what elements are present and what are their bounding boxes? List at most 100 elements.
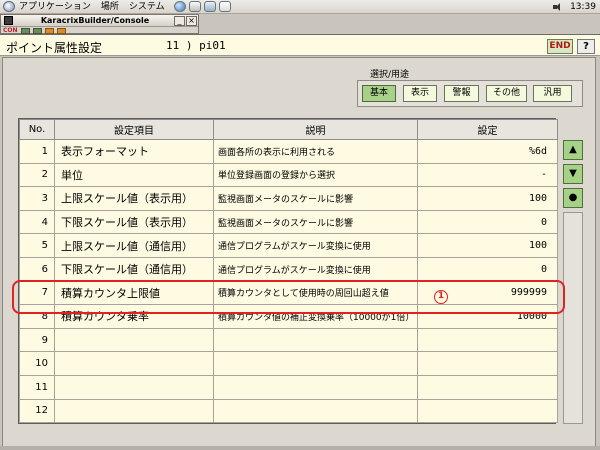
help-button[interactable]: ? — [577, 39, 595, 54]
mail-launcher-icon[interactable] — [188, 1, 201, 12]
row-number: 2 — [19, 162, 55, 188]
table-row[interactable]: 12 — [19, 398, 558, 424]
row-item-name: 単位 — [54, 162, 214, 188]
category-general-button[interactable]: 汎用 — [533, 85, 572, 102]
help-launcher-icon[interactable] — [203, 1, 216, 12]
table-row[interactable]: 7 積算カウンタ上限値 積算カウンタとして使用時の周回山超え値 999999 — [19, 280, 558, 306]
table-header-row: No. 設定項目 説明 設定 — [19, 119, 558, 140]
row-description: 通信プログラムがスケール変換に使用 — [213, 233, 418, 258]
volume-icon[interactable] — [552, 2, 564, 12]
row-number: 4 — [19, 209, 55, 235]
browser-launcher-icon[interactable] — [173, 1, 186, 12]
row-description: 監視画面メータのスケールに影響 — [213, 186, 418, 211]
bottom-edge — [0, 446, 600, 450]
row-value[interactable] — [417, 327, 558, 353]
header-value: 設定 — [417, 119, 558, 140]
row-item-name: 上限スケール値（通信用） — [54, 233, 214, 258]
row-description — [213, 327, 418, 353]
toolbar-tool-icon[interactable] — [32, 27, 42, 34]
app-icon — [4, 16, 13, 25]
row-value[interactable]: 100 — [417, 186, 558, 211]
gnome-foot-icon[interactable] — [3, 1, 15, 12]
row-value[interactable] — [417, 398, 558, 424]
table-row[interactable]: 3 上限スケール値（表示用） 監視画面メータのスケールに影響 100 — [19, 186, 558, 211]
row-item-name: 上限スケール値（表示用） — [54, 186, 214, 211]
annotation-marker: 1 — [434, 290, 448, 304]
row-description — [213, 398, 418, 424]
category-other-button[interactable]: その他 — [486, 85, 527, 102]
menu-system[interactable]: システム — [125, 0, 171, 14]
scroll-track[interactable] — [563, 212, 583, 424]
row-value[interactable]: 0 — [417, 256, 558, 282]
category-alarm-button[interactable]: 警報 — [444, 85, 479, 102]
row-number: 8 — [19, 304, 55, 329]
panel-tray: 13:39 — [552, 2, 600, 12]
row-description — [213, 374, 418, 400]
row-number: 9 — [19, 327, 55, 353]
row-item-name — [54, 374, 214, 400]
row-value[interactable]: - — [417, 162, 558, 188]
toolbar-tool-icon[interactable] — [20, 27, 30, 34]
row-number: 11 — [19, 374, 55, 400]
row-number: 12 — [19, 398, 55, 424]
row-value[interactable] — [417, 374, 558, 400]
settings-table: No. 設定項目 説明 設定 1 表示フォーマット 画面各所の表示に利用される %6d… — [19, 119, 558, 424]
scroll-position-button[interactable]: ● — [563, 188, 583, 208]
header-desc: 説明 — [213, 119, 418, 140]
table-row[interactable]: 4 下限スケール値（表示用） 監視画面メータのスケールに影響 0 — [19, 209, 558, 235]
toolbar-tool-icon[interactable] — [56, 27, 66, 34]
header-no: No. — [19, 119, 55, 140]
row-description: 監視画面メータのスケールに影響 — [213, 209, 418, 235]
settings-table-panel: No. 設定項目 説明 設定 1 表示フォーマット 画面各所の表示に利用される %6d… — [18, 118, 558, 424]
minimize-button[interactable]: _ — [174, 15, 185, 26]
table-row[interactable]: 2 単位 単位登録画面の登録から選択 - — [19, 162, 558, 188]
point-id: 11 ) pi01 — [166, 39, 226, 52]
row-description: 画面各所の表示に利用される — [213, 139, 418, 164]
category-label: 選択/用途 — [370, 70, 410, 80]
table-row[interactable]: 1 表示フォーマット 画面各所の表示に利用される %6d — [19, 139, 558, 164]
row-number: 6 — [19, 256, 55, 282]
row-value[interactable]: %6d — [417, 139, 558, 164]
row-value[interactable]: 100 — [417, 233, 558, 258]
row-description: 積算カウンタ値の補正変換乗率（10000が1倍） — [213, 304, 418, 329]
end-button[interactable]: END — [547, 39, 573, 54]
console-window-title: KaracrixBuilder/Console — [40, 16, 150, 25]
editor-launcher-icon[interactable] — [218, 1, 231, 12]
row-item-name — [54, 351, 214, 376]
row-number: 7 — [19, 280, 55, 306]
row-number: 3 — [19, 186, 55, 211]
table-row[interactable]: 5 上限スケール値（通信用） 通信プログラムがスケール変換に使用 100 — [19, 233, 558, 258]
menu-applications[interactable]: アプリケーション — [15, 0, 97, 14]
row-value[interactable]: 0 — [417, 209, 558, 235]
table-row[interactable]: 8 積算カウンタ乗率 積算カウンタ値の補正変換乗率（10000が1倍） 10000 — [19, 304, 558, 329]
row-item-name: 積算カウンタ上限値 — [54, 280, 214, 306]
console-window: KaracrixBuilder/Console _ × CON — [0, 14, 199, 34]
row-description: 通信プログラムがスケール変換に使用 — [213, 256, 418, 282]
screen-header: ポイント属性設定 11 ) pi01 END ? — [0, 34, 600, 56]
scroll-down-button[interactable]: ▼ — [563, 164, 583, 184]
con-label[interactable]: CON — [3, 27, 18, 34]
page-title: ポイント属性設定 — [6, 41, 103, 55]
row-number: 5 — [19, 233, 55, 258]
top-panel: アプリケーション 場所 システム 13:39 — [0, 0, 600, 14]
console-window-titlebar[interactable]: KaracrixBuilder/Console _ × — [1, 15, 198, 27]
category-basic-button[interactable]: 基本 — [362, 85, 396, 102]
table-row[interactable]: 6 下限スケール値（通信用） 通信プログラムがスケール変換に使用 0 — [19, 256, 558, 282]
row-description: 積算カウンタとして使用時の周回山超え値 — [213, 280, 418, 306]
row-value[interactable]: 10000 — [417, 304, 558, 329]
toolbar-tool-icon[interactable] — [44, 27, 54, 34]
row-item-name: 下限スケール値（表示用） — [54, 209, 214, 235]
row-item-name — [54, 327, 214, 353]
menu-places[interactable]: 場所 — [97, 0, 125, 14]
header-item: 設定項目 — [54, 119, 214, 140]
category-display-button[interactable]: 表示 — [403, 85, 437, 102]
row-item-name: 積算カウンタ乗率 — [54, 304, 214, 329]
table-row[interactable]: 10 — [19, 351, 558, 376]
row-description: 単位登録画面の登録から選択 — [213, 162, 418, 188]
scroll-up-button[interactable]: ▲ — [563, 140, 583, 160]
clock[interactable]: 13:39 — [570, 2, 600, 12]
table-row[interactable]: 11 — [19, 374, 558, 400]
table-row[interactable]: 9 — [19, 327, 558, 353]
close-button[interactable]: × — [186, 15, 197, 26]
row-value[interactable] — [417, 351, 558, 376]
